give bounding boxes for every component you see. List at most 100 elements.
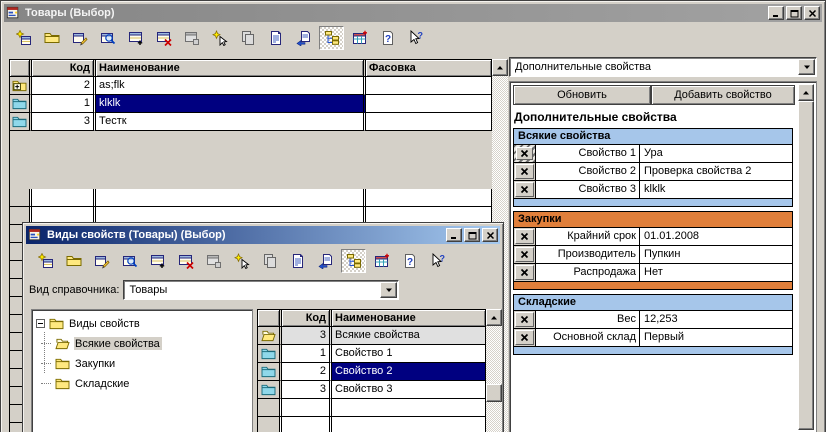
open-folder-icon[interactable] xyxy=(39,26,64,50)
cell-packing[interactable] xyxy=(366,113,492,131)
copy-icon[interactable] xyxy=(235,26,260,50)
remove-property-icon[interactable] xyxy=(515,312,534,327)
scroll-up-icon[interactable] xyxy=(492,59,508,76)
tree-item[interactable]: Складские xyxy=(32,373,252,393)
tree-item-root[interactable]: Виды свойств xyxy=(32,313,252,333)
cell-name[interactable]: Свойство 3 xyxy=(332,381,486,399)
minimize-icon[interactable] xyxy=(446,228,462,242)
table-row[interactable]: 2 Свойство 2 xyxy=(258,363,501,381)
table-row[interactable]: 3 Всякие свойства xyxy=(258,327,501,345)
refresh-button[interactable]: Обновить xyxy=(513,85,651,105)
property-value[interactable]: Ура xyxy=(640,145,792,162)
find-icon[interactable] xyxy=(95,26,120,50)
column-header-name: Наименование xyxy=(332,310,486,326)
remove-property-icon[interactable] xyxy=(515,265,534,280)
remove-property-icon[interactable] xyxy=(515,229,534,244)
property-value[interactable]: 01.01.2008 xyxy=(640,228,792,245)
minimize-icon[interactable] xyxy=(768,6,784,20)
table-row[interactable]: 1 Свойство 1 xyxy=(258,345,501,363)
analysis-icon[interactable] xyxy=(369,249,394,273)
tree-connector xyxy=(41,383,51,384)
copy-icon[interactable] xyxy=(257,249,282,273)
cell-code[interactable]: 3 xyxy=(282,327,332,345)
cell-name[interactable]: as;flk xyxy=(96,77,366,95)
add-row-icon[interactable] xyxy=(123,26,148,50)
table-row[interactable]: 3 Свойство 3 xyxy=(258,381,501,399)
property-value[interactable]: Первый xyxy=(640,329,792,346)
collapse-icon[interactable] xyxy=(36,319,45,328)
find-icon[interactable] xyxy=(117,249,142,273)
cell-code[interactable]: 2 xyxy=(282,363,332,381)
cell-name[interactable]: klklk xyxy=(96,95,366,113)
cell-code[interactable]: 3 xyxy=(32,113,96,131)
new-item-icon[interactable] xyxy=(11,26,36,50)
delete-row-icon[interactable] xyxy=(151,26,176,50)
document-icon[interactable] xyxy=(263,26,288,50)
remove-property-icon[interactable] xyxy=(515,164,534,179)
hierarchy-view-icon[interactable] xyxy=(319,26,344,50)
wizard-icon[interactable] xyxy=(207,26,232,50)
context-help-icon[interactable]: ? xyxy=(425,249,450,273)
context-help-icon[interactable]: ? xyxy=(403,26,428,50)
remove-property-icon[interactable] xyxy=(515,182,534,197)
copy-row-icon[interactable] xyxy=(201,249,226,273)
cell-code[interactable]: 3 xyxy=(282,381,332,399)
print-document-icon[interactable] xyxy=(291,26,316,50)
help-icon[interactable]: ? xyxy=(375,26,400,50)
cell-code[interactable]: 1 xyxy=(32,95,96,113)
chevron-down-icon[interactable] xyxy=(798,59,815,75)
property-value[interactable]: Нет xyxy=(640,264,792,281)
scroll-up-icon[interactable] xyxy=(486,309,502,326)
tree-item[interactable]: Закупки xyxy=(32,353,252,373)
hierarchy-view-icon[interactable] xyxy=(341,249,366,273)
delete-row-icon[interactable] xyxy=(173,249,198,273)
cell-packing[interactable] xyxy=(366,77,492,95)
edit-icon[interactable] xyxy=(89,249,114,273)
property-value[interactable]: 12,253 xyxy=(640,311,792,328)
print-document-icon[interactable] xyxy=(313,249,338,273)
chevron-down-icon[interactable] xyxy=(380,282,397,298)
remove-property-icon[interactable] xyxy=(515,247,534,262)
analysis-icon[interactable] xyxy=(347,26,372,50)
cell-code[interactable]: 2 xyxy=(32,77,96,95)
cell-name[interactable]: Всякие свойства xyxy=(332,327,486,345)
new-item-icon[interactable] xyxy=(33,249,58,273)
cell-name[interactable]: Тестк xyxy=(96,113,366,131)
remove-property-icon[interactable] xyxy=(515,330,534,345)
scrollbar-thumb[interactable] xyxy=(798,101,814,430)
scrollbar-track[interactable] xyxy=(798,101,814,430)
table-row[interactable]: 2 as;flk xyxy=(10,77,507,95)
document-icon[interactable] xyxy=(285,249,310,273)
property-value[interactable]: Проверка свойства 2 xyxy=(640,163,792,180)
table-row[interactable]: 3 Тестк xyxy=(10,113,507,131)
remove-property-icon[interactable] xyxy=(516,147,533,160)
catalog-type-dropdown[interactable]: Товары xyxy=(123,280,399,300)
scroll-up-icon[interactable] xyxy=(798,84,814,101)
cell-name[interactable]: Свойство 2 xyxy=(332,363,486,381)
main-titlebar[interactable]: Товары (Выбор) xyxy=(4,4,822,22)
open-folder-icon[interactable] xyxy=(61,249,86,273)
close-icon[interactable] xyxy=(804,6,820,20)
section-header: Всякие свойства xyxy=(513,128,793,145)
property-value[interactable]: Пупкин xyxy=(640,246,792,263)
property-value[interactable]: klklk xyxy=(640,181,792,198)
scrollbar-thumb[interactable] xyxy=(486,384,502,402)
cell-code[interactable]: 1 xyxy=(282,345,332,363)
cell-packing[interactable] xyxy=(366,95,492,113)
cell-name[interactable]: Свойство 1 xyxy=(332,345,486,363)
edit-icon[interactable] xyxy=(67,26,92,50)
add-property-button[interactable]: Добавить свойство xyxy=(651,85,795,105)
scrollbar-track[interactable] xyxy=(486,326,502,432)
table-row[interactable]: 1 klklk xyxy=(10,95,507,113)
add-row-icon[interactable] xyxy=(145,249,170,273)
wizard-icon[interactable] xyxy=(229,249,254,273)
child-titlebar[interactable]: Виды свойств (Товары) (Выбор) xyxy=(26,226,500,244)
catalog-type-row: Вид справочника: Товары xyxy=(29,279,497,301)
tree-item[interactable]: Всякие свойства xyxy=(32,333,252,353)
close-icon[interactable] xyxy=(482,228,498,242)
maximize-icon[interactable] xyxy=(786,6,802,20)
maximize-icon[interactable] xyxy=(464,228,480,242)
copy-row-icon[interactable] xyxy=(179,26,204,50)
property-type-dropdown[interactable]: Дополнительные свойства xyxy=(509,57,817,77)
help-icon[interactable]: ? xyxy=(397,249,422,273)
